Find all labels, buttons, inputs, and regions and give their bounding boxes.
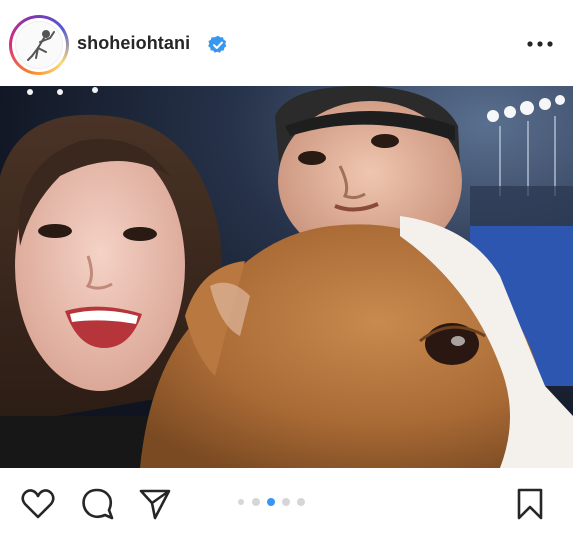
- story-ring[interactable]: [9, 15, 69, 75]
- verified-badge-icon: [208, 35, 227, 53]
- carousel-dot: [297, 498, 305, 506]
- action-bar: [0, 468, 573, 535]
- carousel-dot: [238, 499, 244, 505]
- username[interactable]: shoheiohtani: [77, 33, 190, 54]
- bookmark-icon[interactable]: [512, 486, 548, 522]
- baseball-player-avatar-icon: [27, 30, 55, 61]
- selfie-image: [0, 86, 573, 468]
- post-header: shoheiohtani: [0, 0, 573, 86]
- more-options-icon[interactable]: [526, 36, 554, 52]
- carousel-dot-active: [267, 498, 275, 506]
- carousel-dot: [282, 498, 290, 506]
- heart-icon[interactable]: [20, 486, 56, 522]
- carousel-dot: [252, 498, 260, 506]
- post-photo[interactable]: [0, 86, 573, 468]
- send-icon[interactable]: [137, 486, 173, 522]
- avatar[interactable]: [15, 21, 63, 69]
- comment-icon[interactable]: [79, 486, 115, 522]
